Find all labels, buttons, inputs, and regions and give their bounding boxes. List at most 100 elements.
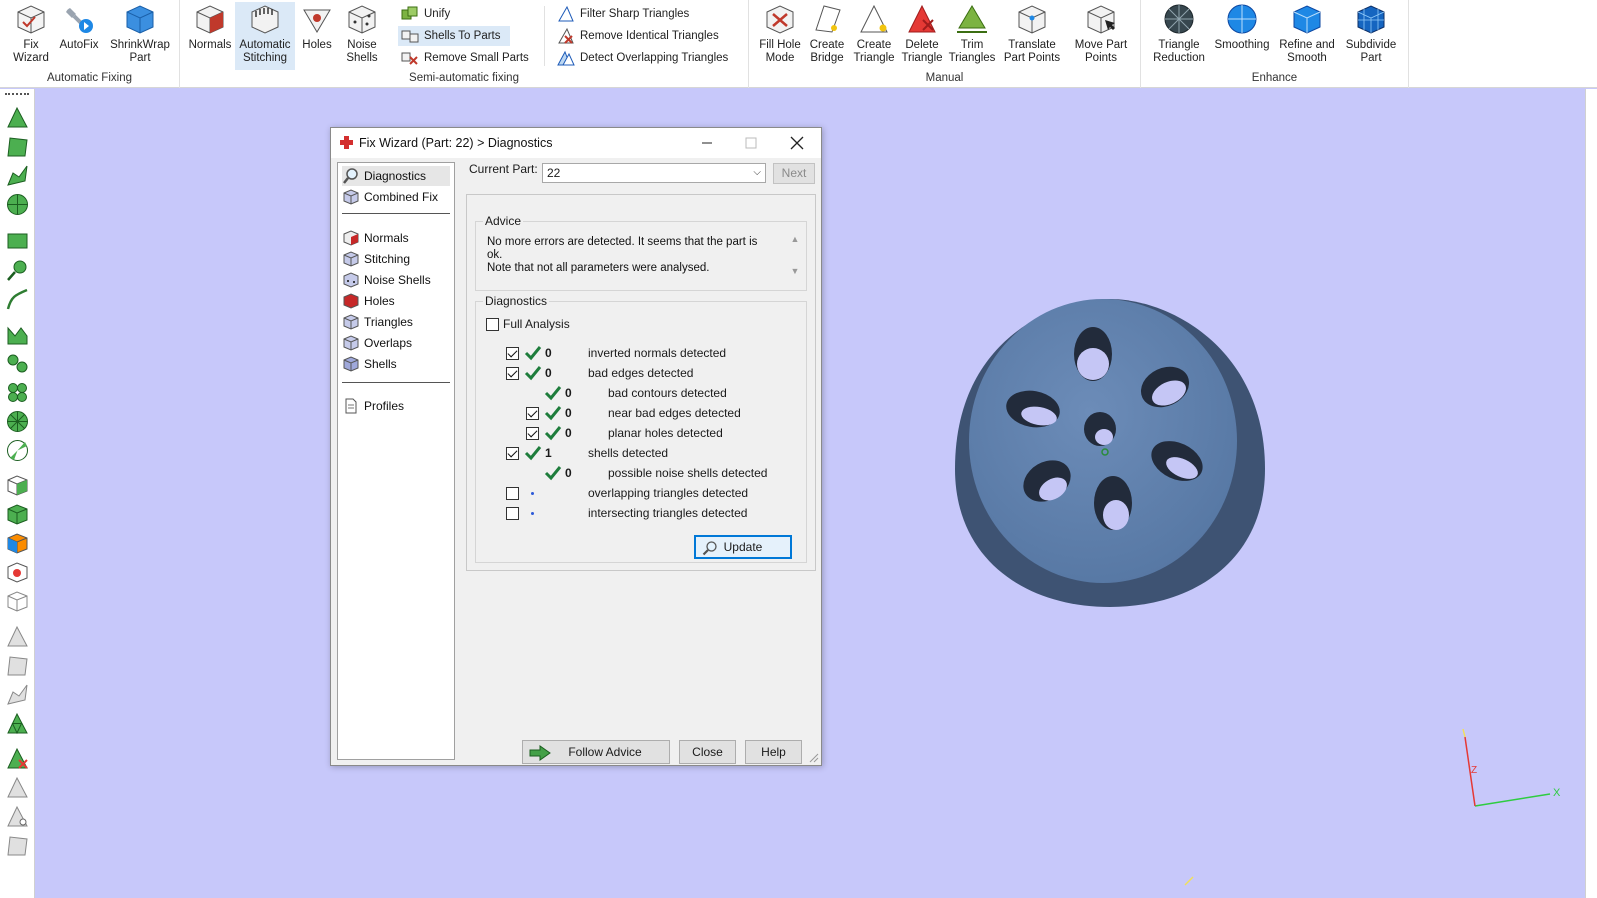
- triangle-reduction-label: Triangle Reduction: [1153, 39, 1205, 64]
- select-fan-tool[interactable]: [5, 438, 30, 463]
- smoothing-icon: [1227, 4, 1257, 34]
- advice-scrollbar[interactable]: ▲ ▼: [788, 234, 802, 282]
- document-icon: [345, 398, 357, 414]
- remove-small-parts-button[interactable]: Remove Small Parts: [398, 48, 538, 68]
- expand-marking-tool[interactable]: [5, 804, 30, 829]
- right-panel-strip[interactable]: [1585, 89, 1597, 898]
- smoothing-button[interactable]: Smoothing: [1211, 2, 1273, 70]
- nav-combined-fix[interactable]: Combined Fix: [342, 187, 450, 207]
- near-bad-edges-checkbox[interactable]: [526, 407, 539, 420]
- select-lasso-tool[interactable]: [5, 287, 30, 312]
- view-top-tool[interactable]: [5, 502, 30, 527]
- view-red-cube-tool[interactable]: [5, 560, 30, 585]
- shells-checkbox[interactable]: [506, 447, 519, 460]
- normals-button[interactable]: Normals: [188, 2, 232, 70]
- create-bridge-button[interactable]: Create Bridge: [805, 2, 849, 70]
- full-analysis-checkbox[interactable]: [486, 318, 499, 331]
- mark-triangle-tool[interactable]: [5, 624, 30, 649]
- refine-and-smooth-button[interactable]: Refine and Smooth: [1275, 2, 1339, 70]
- select-shell-tool[interactable]: [5, 163, 30, 188]
- nav-triangles[interactable]: Triangles: [342, 312, 450, 332]
- view-front-tool[interactable]: [5, 473, 30, 498]
- delete-triangle-button[interactable]: Delete Triangle: [899, 2, 945, 70]
- next-button[interactable]: Next: [773, 163, 815, 184]
- subdivide-part-button[interactable]: Subdivide Part: [1341, 2, 1401, 70]
- select-flower-tool[interactable]: [5, 380, 30, 405]
- nav-separator: [342, 213, 450, 214]
- move-part-points-button[interactable]: Move Part Points: [1067, 2, 1135, 70]
- autofix-button[interactable]: AutoFix: [56, 2, 102, 70]
- translate-part-points-button[interactable]: Translate Part Points: [999, 2, 1065, 70]
- view-side-tool[interactable]: [5, 531, 30, 556]
- automatic-stitching-button[interactable]: Automatic Stitching: [235, 2, 295, 70]
- nav-stitching[interactable]: Stitching: [342, 249, 450, 269]
- checkmark-icon: [544, 426, 562, 441]
- toolbar-grip[interactable]: [5, 93, 29, 95]
- minimize-button[interactable]: [685, 128, 729, 158]
- maximize-button[interactable]: [729, 128, 773, 158]
- select-brush-tool[interactable]: [5, 258, 30, 283]
- update-button[interactable]: Update: [694, 535, 792, 559]
- nav-normals-label: Normals: [364, 231, 409, 245]
- select-box-tool[interactable]: [5, 229, 30, 254]
- checkmark-icon: [524, 446, 542, 461]
- shrink-marking-tool[interactable]: [5, 833, 30, 858]
- trim-triangles-button[interactable]: Trim Triangles: [947, 2, 997, 70]
- help-button[interactable]: Help: [745, 740, 802, 764]
- invert-marking-tool[interactable]: [5, 775, 30, 800]
- gray-shell-icon: [7, 684, 28, 705]
- shells-to-parts-button[interactable]: Shells To Parts: [398, 26, 510, 46]
- close-button[interactable]: Close: [679, 740, 736, 764]
- detect-overlapping-triangles-button[interactable]: Detect Overlapping Triangles: [554, 48, 734, 68]
- holes-button[interactable]: Holes: [297, 2, 337, 70]
- unify-button[interactable]: Unify: [398, 4, 508, 24]
- follow-advice-button[interactable]: Follow Advice: [522, 740, 670, 764]
- nav-diagnostics[interactable]: Diagnostics: [342, 166, 450, 186]
- nav-shells[interactable]: Shells: [342, 354, 450, 374]
- nav-noise-shells[interactable]: Noise Shells: [342, 270, 450, 290]
- intersecting-triangles-checkbox[interactable]: [506, 507, 519, 520]
- advice-legend: Advice: [483, 214, 524, 228]
- fix-wizard-button[interactable]: Fix Wizard: [6, 2, 56, 70]
- mark-all-tool[interactable]: [5, 711, 30, 736]
- shells-text: shells detected: [588, 446, 669, 460]
- select-sphere-tool[interactable]: [5, 192, 30, 217]
- overlapping-triangles-checkbox[interactable]: [506, 487, 519, 500]
- view-wireframe-tool[interactable]: [5, 589, 30, 614]
- mark-shell-tool[interactable]: [5, 682, 30, 707]
- fill-hole-mode-button[interactable]: Fill Hole Mode: [757, 2, 803, 70]
- select-surface-tool[interactable]: [5, 134, 30, 159]
- current-part-dropdown[interactable]: 22 ⌵: [542, 163, 766, 183]
- remove-identical-triangles-button[interactable]: Remove Identical Triangles: [554, 26, 724, 46]
- triangle-reduction-button[interactable]: Triangle Reduction: [1149, 2, 1209, 70]
- close-window-button[interactable]: [775, 128, 819, 158]
- inverted-normals-checkbox[interactable]: [506, 347, 519, 360]
- nav-overlaps[interactable]: Overlaps: [342, 333, 450, 353]
- noise-shells-button[interactable]: Noise Shells: [340, 2, 384, 70]
- filter-sharp-triangles-button[interactable]: Filter Sharp Triangles: [554, 4, 714, 24]
- planar-holes-checkbox[interactable]: [526, 427, 539, 440]
- shrinkwrap-part-button[interactable]: ShrinkWrap Part: [104, 2, 176, 70]
- bad-edges-checkbox[interactable]: [506, 367, 519, 380]
- select-triangle-tool[interactable]: [5, 105, 30, 130]
- select-plane-tool[interactable]: [5, 322, 30, 347]
- normals-nav-icon: [343, 230, 359, 246]
- surface-select-icon: [7, 137, 28, 157]
- group-label-manual: Manual: [925, 72, 964, 84]
- autofix-label: AutoFix: [59, 39, 99, 51]
- advice-text: No more errors are detected. It seems th…: [487, 236, 758, 274]
- unmark-tool[interactable]: [5, 746, 30, 771]
- select-wheel-tool[interactable]: [5, 409, 30, 434]
- nav-normals[interactable]: Normals: [342, 228, 450, 248]
- create-triangle-button[interactable]: Create Triangle: [851, 2, 897, 70]
- create-triangle-icon: [860, 4, 888, 33]
- mark-surface-tool[interactable]: [5, 653, 30, 678]
- resize-grip-icon[interactable]: [809, 753, 819, 763]
- nav-triangles-label: Triangles: [364, 315, 413, 329]
- dialog-title-bar[interactable]: Fix Wizard (Part: 22) > Diagnostics: [331, 128, 821, 158]
- nav-holes[interactable]: Holes: [342, 291, 450, 311]
- checkmark-icon: [544, 466, 562, 481]
- noise-shells-text: possible noise shells detected: [608, 466, 768, 480]
- select-connected-tool[interactable]: [5, 351, 30, 376]
- nav-profiles[interactable]: Profiles: [342, 396, 450, 416]
